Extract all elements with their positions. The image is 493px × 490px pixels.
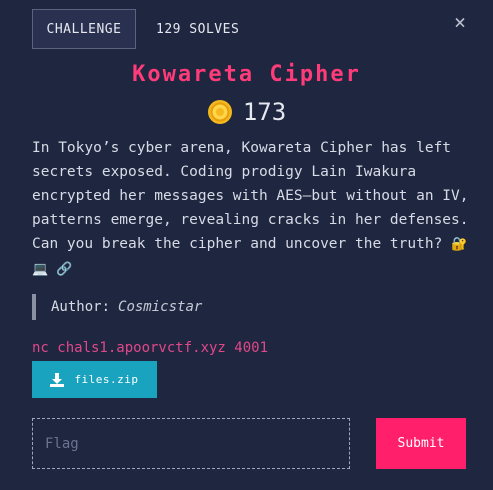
- download-files-button[interactable]: files.zip: [32, 361, 157, 398]
- points-display: 173: [0, 98, 493, 126]
- author-name: Cosmicstar: [118, 299, 203, 315]
- tab-challenge-label: CHALLENGE: [46, 21, 122, 37]
- author-block: Author: Cosmicstar: [32, 294, 202, 320]
- challenge-description: In Tokyo’s cyber arena, Kowareta Cipher …: [32, 136, 472, 282]
- author-label: Author:: [51, 299, 111, 315]
- submit-button[interactable]: Submit: [376, 418, 466, 469]
- description-text: In Tokyo’s cyber arena, Kowareta Cipher …: [32, 140, 469, 252]
- download-label: files.zip: [74, 373, 139, 386]
- points-value: 173: [242, 98, 287, 126]
- coin-icon: [207, 100, 232, 124]
- tab-solves[interactable]: 129 SOLVES: [156, 9, 239, 49]
- challenge-title: Kowareta Cipher: [132, 62, 361, 87]
- tab-challenge[interactable]: CHALLENGE: [32, 9, 136, 49]
- flag-input[interactable]: [32, 418, 350, 469]
- connection-command: nc chals1.apoorvctf.xyz 4001: [32, 340, 269, 356]
- close-icon[interactable]: ×: [450, 12, 470, 32]
- tab-solves-label: 129 SOLVES: [156, 21, 240, 37]
- download-icon: [50, 372, 65, 387]
